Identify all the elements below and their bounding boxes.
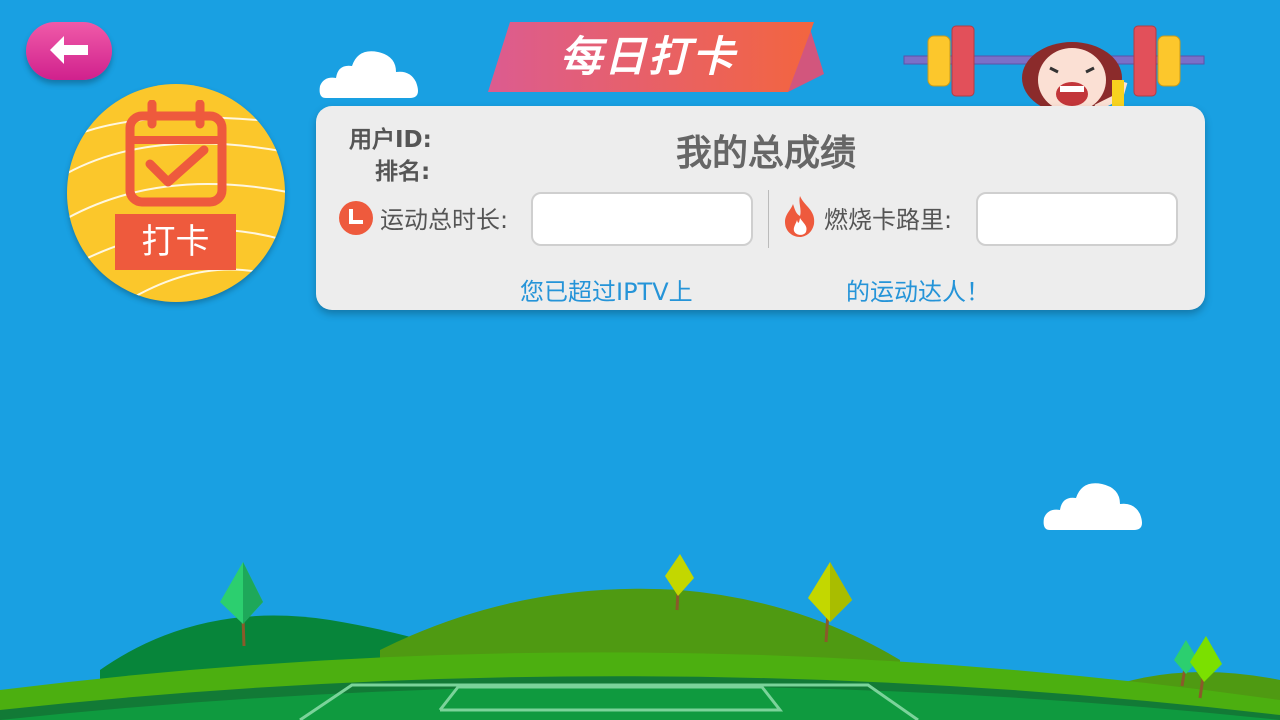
- weightlifter-illustration: [903, 25, 1205, 114]
- arrow-left-icon: [50, 36, 88, 64]
- calendar-check-icon: [125, 100, 227, 207]
- checkin-button[interactable]: 打卡: [67, 84, 285, 302]
- flame-icon: [785, 196, 815, 237]
- divider: [768, 190, 769, 248]
- calories-label: 燃烧卡路里:: [824, 206, 953, 234]
- back-button[interactable]: [26, 22, 112, 80]
- cloud-decoration: [319, 51, 418, 98]
- summary-card: 用户ID: 排名: 我的总成绩 运动总时长: 燃烧卡路里: 您已超过IPTV上 …: [316, 106, 1205, 310]
- duration-value-field: [531, 192, 753, 246]
- calories-value-field: [976, 192, 1178, 246]
- clock-icon: [339, 201, 373, 235]
- cloud-decoration: [1043, 483, 1142, 530]
- duration-label: 运动总时长:: [380, 206, 509, 234]
- summary-title: 我的总成绩: [675, 133, 856, 174]
- rank-label: 排名:: [375, 159, 431, 185]
- title-banner: 每日打卡: [488, 22, 824, 94]
- rank-message-part1: 您已超过IPTV上: [520, 278, 693, 306]
- page-title: 每日打卡: [559, 32, 736, 81]
- landscape-illustration: [0, 554, 1280, 720]
- checkin-label: 打卡: [115, 214, 236, 270]
- rank-message-part2: 的运动达人！: [846, 278, 990, 306]
- user-id-label: 用户ID:: [349, 127, 432, 153]
